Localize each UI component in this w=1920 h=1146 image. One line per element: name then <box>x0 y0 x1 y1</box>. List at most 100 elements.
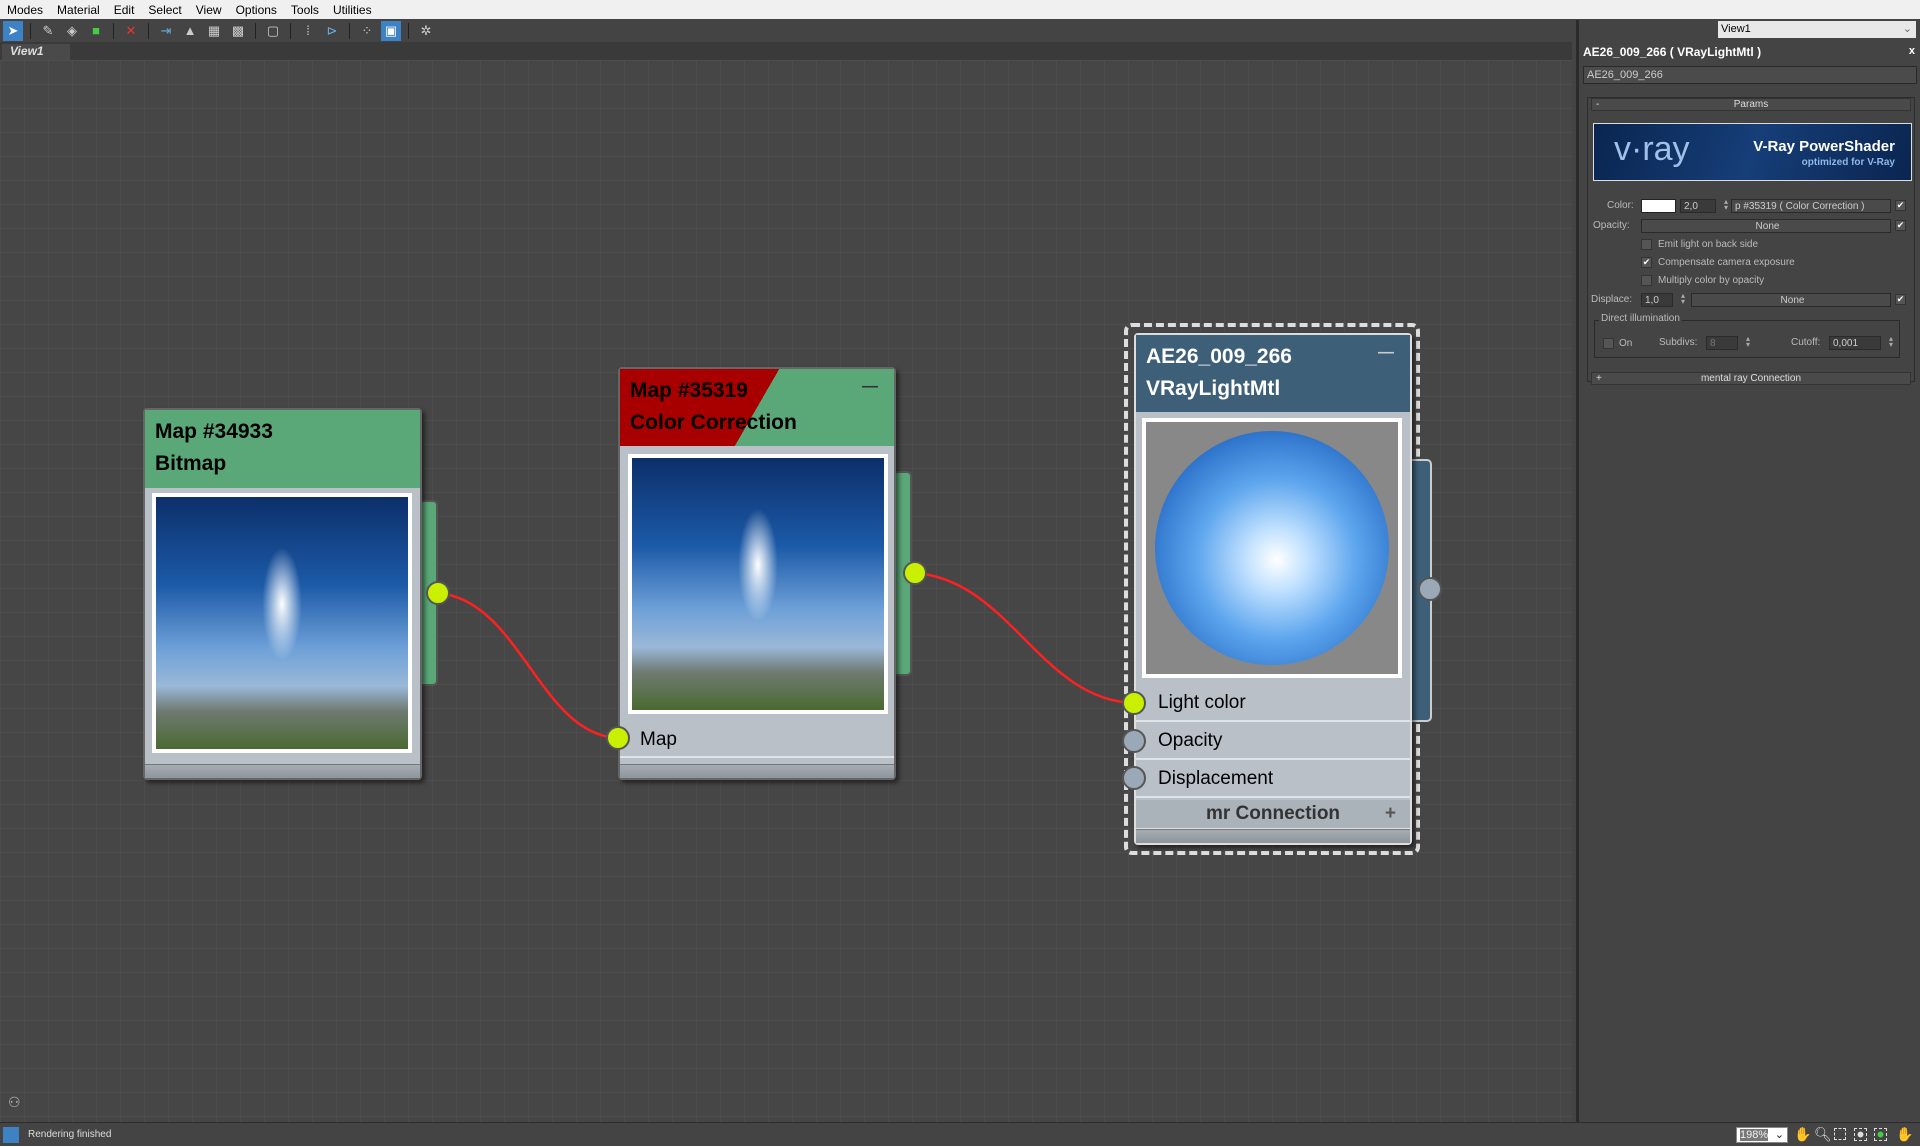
checkmark-icon: ✔ <box>1896 294 1905 304</box>
node-header: Map #34933 Bitmap <box>145 410 420 488</box>
direct-on-checkbox[interactable] <box>1603 338 1614 349</box>
node-title: Map #35319 <box>630 379 748 402</box>
banner-subtitle: optimized for V-Ray <box>1801 157 1895 168</box>
rollout-mr-connection[interactable]: mr Connection + <box>1136 800 1410 830</box>
minimize-button[interactable]: — <box>1378 337 1394 369</box>
wire-cc-to-mtl[interactable] <box>914 571 1135 705</box>
params-label: Params <box>1733 99 1769 110</box>
node-resize-grip[interactable] <box>1136 829 1410 843</box>
direct-illumination-label: Direct illumination <box>1599 313 1682 324</box>
displace-map-button[interactable]: None <box>1691 293 1891 307</box>
node-bitmap[interactable]: Map #34933 Bitmap <box>143 408 422 780</box>
subdivs-input[interactable]: 8 <box>1706 336 1738 350</box>
node-header: Map #35319 Color Correction — <box>620 369 894 446</box>
rollout-label: mr Connection <box>1205 803 1341 824</box>
minimize-button[interactable]: — <box>862 371 878 403</box>
checkmark-icon: ✔ <box>1642 257 1651 267</box>
panel-title-text: AE26_009_266 ( VRayLightMtl ) <box>1583 45 1762 59</box>
compensate-exposure-checkbox[interactable]: ✔ <box>1641 257 1652 268</box>
zoom-icon[interactable]: 🔍︎ <box>1814 1126 1832 1143</box>
parameter-editor-panel: AE26_009_266 ( VRayLightMtl ) x AE26_009… <box>1576 20 1920 1122</box>
color-multiplier-spinner[interactable]: ▴ ▾ <box>1722 198 1730 212</box>
displace-map-checkbox[interactable]: ✔ <box>1895 294 1906 305</box>
bitmap-output-socket[interactable] <box>426 581 450 605</box>
mtl-input-socket-displacement[interactable] <box>1122 766 1146 790</box>
color-label: Color: <box>1607 200 1634 211</box>
wire-bitmap-to-cc[interactable] <box>437 591 619 740</box>
multiply-opacity-checkbox[interactable] <box>1641 275 1652 286</box>
node-type: Bitmap <box>155 452 227 475</box>
input-displacement[interactable]: Displacement <box>1136 762 1410 798</box>
displace-amount-input[interactable]: 1,0 <box>1641 293 1673 307</box>
displace-label: Displace: <box>1591 294 1633 305</box>
mtl-input-socket-opacity[interactable] <box>1122 729 1146 753</box>
on-label: On <box>1619 338 1633 349</box>
view-select-value: View1 <box>1721 23 1751 35</box>
vray-banner: v·ray V-Ray PowerShader optimized for V-… <box>1593 123 1912 181</box>
frame-selected-icon[interactable] <box>1854 1128 1867 1141</box>
panel-title: AE26_009_266 ( VRayLightMtl ) x <box>1583 45 1919 61</box>
displace-spinner[interactable]: ▴ ▾ <box>1679 292 1687 306</box>
zoom-region-icon[interactable] <box>1834 1128 1846 1140</box>
compensate-label: Compensate camera exposure <box>1658 257 1795 268</box>
node-resize-grip[interactable] <box>145 764 420 778</box>
subdivs-spinner[interactable]: ▴ ▾ <box>1744 335 1752 349</box>
banner-title: V-Ray PowerShader <box>1753 138 1895 155</box>
input-label: Opacity <box>1158 730 1223 751</box>
opacity-label: Opacity: <box>1593 220 1630 231</box>
subdivs-label: Subdivs: <box>1659 337 1698 348</box>
params-header[interactable]: - Params <box>1591 98 1911 111</box>
zoom-select[interactable]: 198% ⌄ <box>1736 1127 1788 1143</box>
pan-view-icon[interactable]: ✋ <box>1896 1126 1913 1143</box>
render-status-icon <box>3 1127 19 1143</box>
input-opacity[interactable]: Opacity <box>1136 724 1410 760</box>
color-swatch[interactable] <box>1641 199 1676 213</box>
view-select[interactable]: View1 ⌄ <box>1718 21 1916 38</box>
input-label: Map <box>640 729 677 750</box>
expand-icon: + <box>1596 373 1602 384</box>
cc-output-socket[interactable] <box>903 561 927 585</box>
zoom-value: 198% <box>1740 1129 1769 1141</box>
close-icon[interactable]: x <box>1909 45 1915 57</box>
node-title: Map #34933 <box>155 420 273 443</box>
cutoff-label: Cutoff: <box>1791 337 1821 348</box>
emit-back-label: Emit light on back side <box>1658 239 1759 250</box>
status-bar: Rendering finished 198% ⌄ ✋ 🔍︎ ✋ <box>0 1122 1920 1146</box>
binoculars-icon[interactable]: ⚇ <box>8 1094 21 1111</box>
chevron-down-icon: ⌄ <box>1902 23 1912 35</box>
material-name-field[interactable]: AE26_009_266 <box>1583 66 1917 84</box>
mr-connection-label: mental ray Connection <box>1700 373 1802 384</box>
cutoff-input[interactable]: 0,001 <box>1829 336 1881 350</box>
node-type: VRayLightMtl <box>1146 377 1281 400</box>
color-map-button[interactable]: p #35319 ( Color Correction ) <box>1731 199 1891 213</box>
checkmark-icon: ✔ <box>1896 220 1905 230</box>
pan-icon[interactable]: ✋ <box>1794 1126 1811 1143</box>
mtl-input-socket-light-color[interactable] <box>1122 691 1146 715</box>
input-map[interactable]: Map <box>620 724 894 758</box>
map-preview <box>152 493 412 753</box>
opacity-map-checkbox[interactable]: ✔ <box>1895 220 1906 231</box>
vray-logo: v·ray <box>1614 130 1690 168</box>
emit-back-checkbox[interactable] <box>1641 239 1652 250</box>
collapse-icon: - <box>1596 99 1600 110</box>
node-title: AE26_009_266 <box>1146 345 1292 368</box>
mtl-output-socket[interactable] <box>1418 577 1442 601</box>
opacity-map-button[interactable]: None <box>1641 219 1891 233</box>
node-color-correction[interactable]: Map #35319 Color Correction — Map <box>618 367 896 780</box>
mr-connection-rollout[interactable]: + mental ray Connection <box>1591 372 1911 385</box>
input-label: Displacement <box>1158 768 1274 789</box>
multiply-label: Multiply color by opacity <box>1658 275 1765 286</box>
node-vraylightmtl[interactable]: AE26_009_266 VRayLightMtl — Light color … <box>1134 333 1412 845</box>
frame-all-icon[interactable] <box>1874 1128 1887 1141</box>
node-header: AE26_009_266 VRayLightMtl — <box>1136 335 1410 412</box>
color-multiplier-input[interactable]: 2,0 <box>1680 199 1716 213</box>
input-light-color[interactable]: Light color <box>1136 686 1410 722</box>
node-resize-grip[interactable] <box>620 764 894 778</box>
node-type: Color Correction <box>630 411 797 434</box>
color-map-checkbox[interactable]: ✔ <box>1895 200 1906 211</box>
cc-input-socket-map[interactable] <box>606 726 630 750</box>
cutoff-spinner[interactable]: ▴ ▾ <box>1887 335 1895 349</box>
preview-sphere <box>1155 431 1389 665</box>
status-text: Rendering finished <box>28 1129 112 1140</box>
expand-icon[interactable]: + <box>1385 803 1396 825</box>
